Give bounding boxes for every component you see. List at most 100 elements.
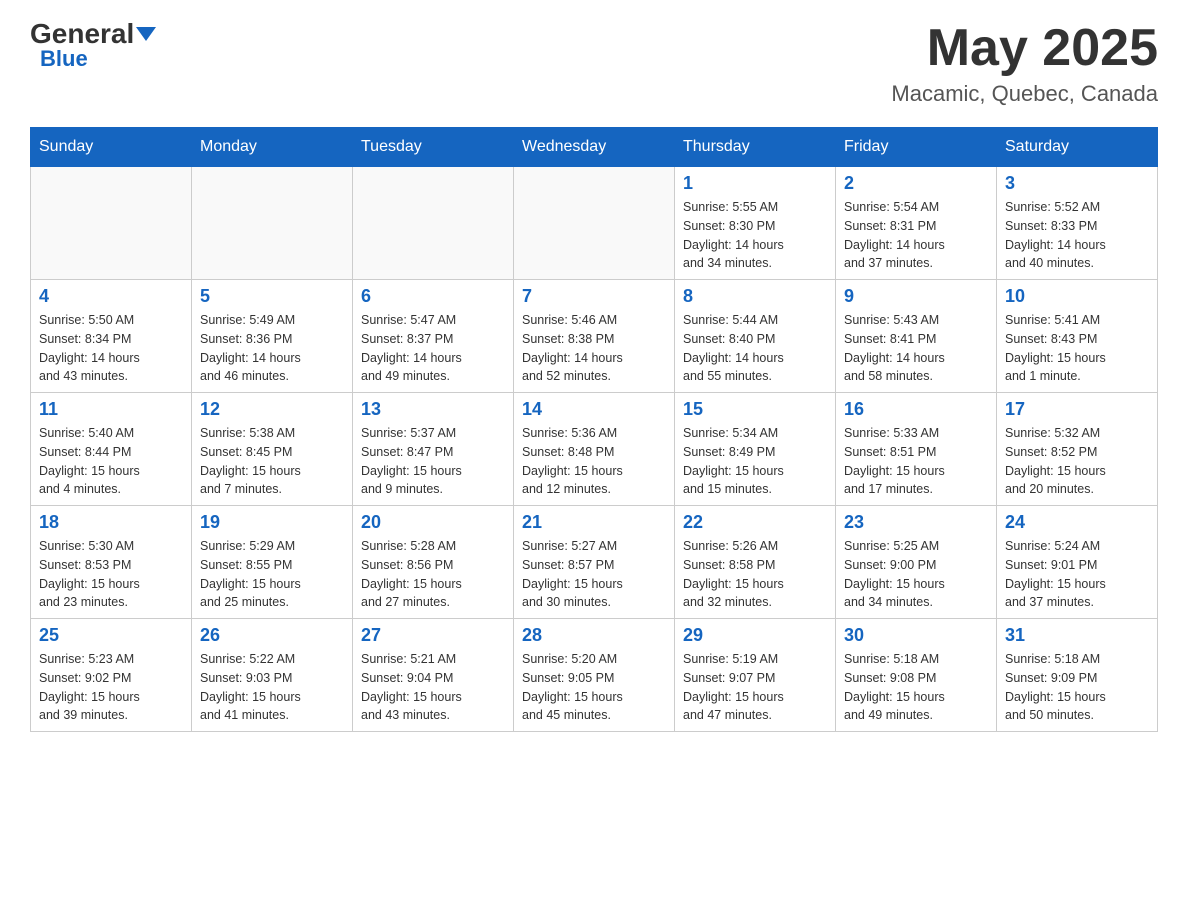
calendar-cell: 5 Sunrise: 5:49 AM Sunset: 8:36 PM Daylig…: [192, 280, 353, 393]
day-info: Sunrise: 5:46 AM Sunset: 8:38 PM Dayligh…: [522, 311, 666, 386]
calendar-cell: [353, 167, 514, 280]
day-number: 31: [1005, 625, 1149, 646]
day-info: Sunrise: 5:47 AM Sunset: 8:37 PM Dayligh…: [361, 311, 505, 386]
day-number: 4: [39, 286, 183, 307]
day-info: Sunrise: 5:54 AM Sunset: 8:31 PM Dayligh…: [844, 198, 988, 273]
calendar-cell: 13 Sunrise: 5:37 AM Sunset: 8:47 PM Dayli…: [353, 393, 514, 506]
day-info: Sunrise: 5:26 AM Sunset: 8:58 PM Dayligh…: [683, 537, 827, 612]
day-number: 22: [683, 512, 827, 533]
logo-general-line: General: [30, 20, 156, 48]
day-info: Sunrise: 5:36 AM Sunset: 8:48 PM Dayligh…: [522, 424, 666, 499]
weekday-header-wednesday: Wednesday: [514, 128, 675, 167]
calendar-cell: 17 Sunrise: 5:32 AM Sunset: 8:52 PM Dayli…: [997, 393, 1158, 506]
day-number: 24: [1005, 512, 1149, 533]
day-info: Sunrise: 5:32 AM Sunset: 8:52 PM Dayligh…: [1005, 424, 1149, 499]
day-info: Sunrise: 5:30 AM Sunset: 8:53 PM Dayligh…: [39, 537, 183, 612]
logo-triangle-icon: [136, 27, 156, 41]
calendar-cell: 11 Sunrise: 5:40 AM Sunset: 8:44 PM Dayli…: [31, 393, 192, 506]
day-number: 12: [200, 399, 344, 420]
calendar-cell: 7 Sunrise: 5:46 AM Sunset: 8:38 PM Daylig…: [514, 280, 675, 393]
logo: General Blue: [30, 20, 156, 72]
day-number: 15: [683, 399, 827, 420]
day-info: Sunrise: 5:29 AM Sunset: 8:55 PM Dayligh…: [200, 537, 344, 612]
calendar-cell: 21Sunrise: 5:27 AM Sunset: 8:57 PM Dayli…: [514, 506, 675, 619]
day-number: 7: [522, 286, 666, 307]
day-number: 10: [1005, 286, 1149, 307]
day-number: 3: [1005, 173, 1149, 194]
day-info: Sunrise: 5:38 AM Sunset: 8:45 PM Dayligh…: [200, 424, 344, 499]
day-number: 14: [522, 399, 666, 420]
logo-text-blue: Blue: [30, 46, 88, 72]
calendar-cell: 24 Sunrise: 5:24 AM Sunset: 9:01 PM Dayli…: [997, 506, 1158, 619]
calendar-week-5: 25 Sunrise: 5:23 AM Sunset: 9:02 PM Dayli…: [31, 619, 1158, 732]
day-number: 11: [39, 399, 183, 420]
calendar-cell: 18 Sunrise: 5:30 AM Sunset: 8:53 PM Dayli…: [31, 506, 192, 619]
logo-text-general: General: [30, 20, 134, 48]
day-number: 6: [361, 286, 505, 307]
calendar-cell: 9 Sunrise: 5:43 AM Sunset: 8:41 PM Daylig…: [836, 280, 997, 393]
day-number: 29: [683, 625, 827, 646]
day-number: 19: [200, 512, 344, 533]
calendar-week-4: 18 Sunrise: 5:30 AM Sunset: 8:53 PM Dayli…: [31, 506, 1158, 619]
weekday-header-monday: Monday: [192, 128, 353, 167]
calendar-cell: 16 Sunrise: 5:33 AM Sunset: 8:51 PM Dayli…: [836, 393, 997, 506]
day-info: Sunrise: 5:52 AM Sunset: 8:33 PM Dayligh…: [1005, 198, 1149, 273]
day-info: Sunrise: 5:18 AM Sunset: 9:08 PM Dayligh…: [844, 650, 988, 725]
calendar-cell: 1Sunrise: 5:55 AM Sunset: 8:30 PM Daylig…: [675, 167, 836, 280]
calendar-cell: 14 Sunrise: 5:36 AM Sunset: 8:48 PM Dayli…: [514, 393, 675, 506]
day-info: Sunrise: 5:21 AM Sunset: 9:04 PM Dayligh…: [361, 650, 505, 725]
day-info: Sunrise: 5:34 AM Sunset: 8:49 PM Dayligh…: [683, 424, 827, 499]
day-info: Sunrise: 5:49 AM Sunset: 8:36 PM Dayligh…: [200, 311, 344, 386]
calendar-cell: 2 Sunrise: 5:54 AM Sunset: 8:31 PM Daylig…: [836, 167, 997, 280]
calendar-cell: [192, 167, 353, 280]
calendar-cell: [514, 167, 675, 280]
month-title: May 2025: [891, 20, 1158, 77]
calendar-cell: 25 Sunrise: 5:23 AM Sunset: 9:02 PM Dayli…: [31, 619, 192, 732]
day-info: Sunrise: 5:37 AM Sunset: 8:47 PM Dayligh…: [361, 424, 505, 499]
day-info: Sunrise: 5:19 AM Sunset: 9:07 PM Dayligh…: [683, 650, 827, 725]
day-info: Sunrise: 5:33 AM Sunset: 8:51 PM Dayligh…: [844, 424, 988, 499]
calendar-week-1: 1Sunrise: 5:55 AM Sunset: 8:30 PM Daylig…: [31, 167, 1158, 280]
title-area: May 2025 Macamic, Quebec, Canada: [891, 20, 1158, 107]
day-number: 16: [844, 399, 988, 420]
calendar-cell: 15 Sunrise: 5:34 AM Sunset: 8:49 PM Dayli…: [675, 393, 836, 506]
day-info: Sunrise: 5:55 AM Sunset: 8:30 PM Dayligh…: [683, 198, 827, 273]
day-number: 21: [522, 512, 666, 533]
calendar-cell: 26Sunrise: 5:22 AM Sunset: 9:03 PM Dayli…: [192, 619, 353, 732]
calendar-cell: 31 Sunrise: 5:18 AM Sunset: 9:09 PM Dayli…: [997, 619, 1158, 732]
calendar-cell: 30 Sunrise: 5:18 AM Sunset: 9:08 PM Dayli…: [836, 619, 997, 732]
day-number: 5: [200, 286, 344, 307]
day-number: 9: [844, 286, 988, 307]
day-number: 25: [39, 625, 183, 646]
day-number: 13: [361, 399, 505, 420]
calendar-week-2: 4 Sunrise: 5:50 AM Sunset: 8:34 PM Daylig…: [31, 280, 1158, 393]
day-info: Sunrise: 5:18 AM Sunset: 9:09 PM Dayligh…: [1005, 650, 1149, 725]
calendar-cell: 27Sunrise: 5:21 AM Sunset: 9:04 PM Dayli…: [353, 619, 514, 732]
day-info: Sunrise: 5:40 AM Sunset: 8:44 PM Dayligh…: [39, 424, 183, 499]
day-info: Sunrise: 5:20 AM Sunset: 9:05 PM Dayligh…: [522, 650, 666, 725]
day-number: 30: [844, 625, 988, 646]
day-info: Sunrise: 5:41 AM Sunset: 8:43 PM Dayligh…: [1005, 311, 1149, 386]
calendar-cell: 3 Sunrise: 5:52 AM Sunset: 8:33 PM Daylig…: [997, 167, 1158, 280]
day-number: 8: [683, 286, 827, 307]
weekday-header-thursday: Thursday: [675, 128, 836, 167]
day-info: Sunrise: 5:50 AM Sunset: 8:34 PM Dayligh…: [39, 311, 183, 386]
calendar-cell: 10 Sunrise: 5:41 AM Sunset: 8:43 PM Dayli…: [997, 280, 1158, 393]
calendar-cell: 6 Sunrise: 5:47 AM Sunset: 8:37 PM Daylig…: [353, 280, 514, 393]
day-number: 18: [39, 512, 183, 533]
calendar-cell: [31, 167, 192, 280]
location-title: Macamic, Quebec, Canada: [891, 81, 1158, 107]
weekday-header-friday: Friday: [836, 128, 997, 167]
weekday-header-saturday: Saturday: [997, 128, 1158, 167]
day-info: Sunrise: 5:43 AM Sunset: 8:41 PM Dayligh…: [844, 311, 988, 386]
day-info: Sunrise: 5:22 AM Sunset: 9:03 PM Dayligh…: [200, 650, 344, 725]
calendar-table: SundayMondayTuesdayWednesdayThursdayFrid…: [30, 127, 1158, 732]
calendar-cell: 23Sunrise: 5:25 AM Sunset: 9:00 PM Dayli…: [836, 506, 997, 619]
day-number: 17: [1005, 399, 1149, 420]
day-number: 2: [844, 173, 988, 194]
page-header: General Blue May 2025 Macamic, Quebec, C…: [30, 20, 1158, 107]
weekday-header-tuesday: Tuesday: [353, 128, 514, 167]
day-info: Sunrise: 5:24 AM Sunset: 9:01 PM Dayligh…: [1005, 537, 1149, 612]
day-info: Sunrise: 5:23 AM Sunset: 9:02 PM Dayligh…: [39, 650, 183, 725]
day-info: Sunrise: 5:28 AM Sunset: 8:56 PM Dayligh…: [361, 537, 505, 612]
